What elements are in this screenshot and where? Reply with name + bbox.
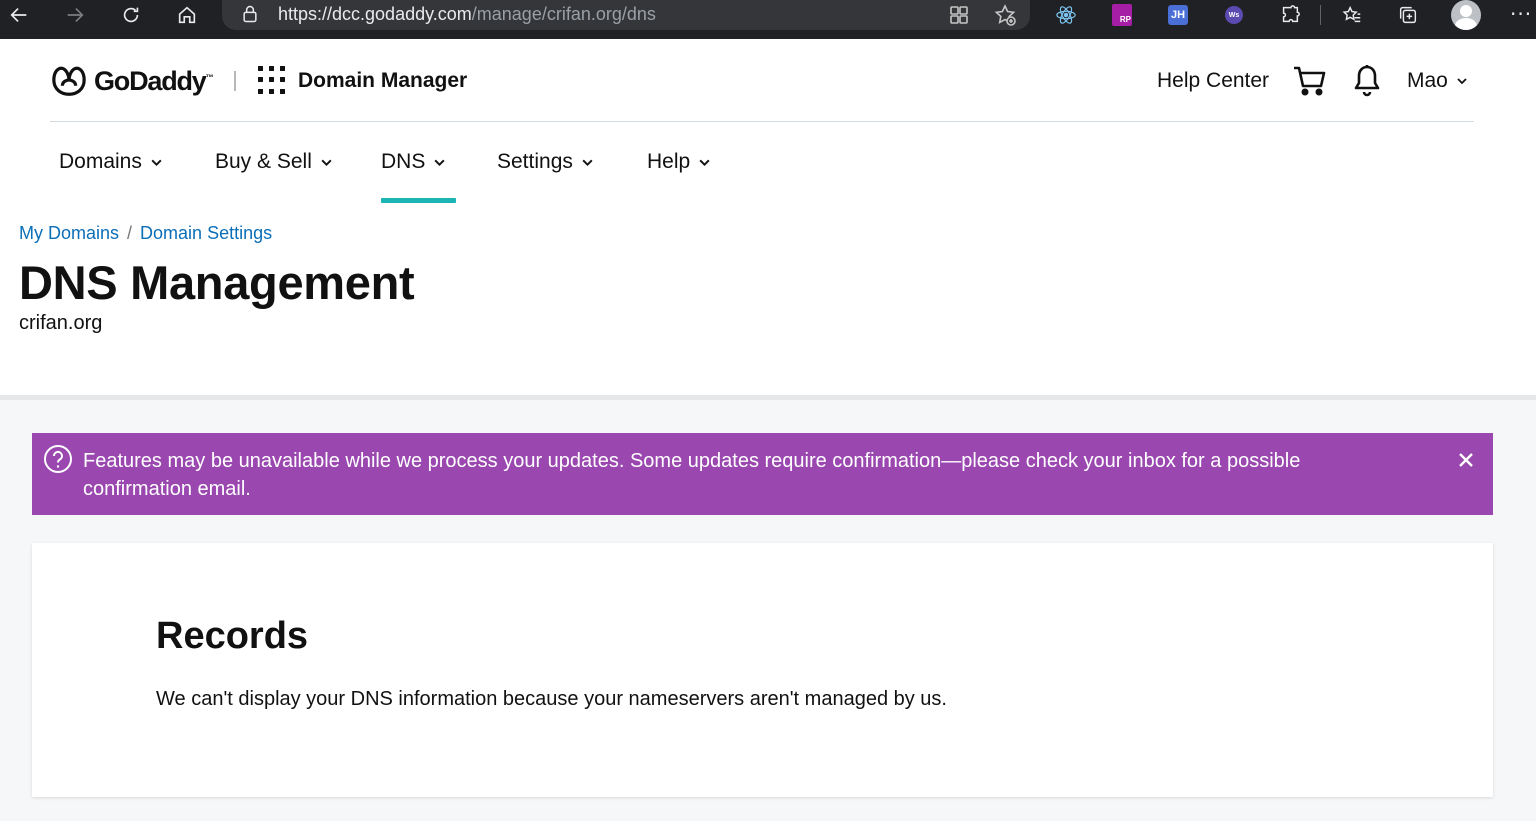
app-name[interactable]: Domain Manager (298, 69, 467, 93)
question-circle-icon (44, 445, 72, 473)
favorites-icon[interactable] (1339, 2, 1365, 28)
nav-dns[interactable]: DNS (381, 150, 446, 174)
breadcrumb-domain-settings[interactable]: Domain Settings (140, 223, 272, 244)
records-card: Records We can't display your DNS inform… (32, 543, 1493, 797)
browser-toolbar: https://dcc.godaddy.com/manage/crifan.or… (0, 0, 1536, 39)
main-nav: Domains Buy & Sell DNS Settings Help (0, 130, 1536, 204)
page-title: DNS Management (19, 256, 415, 309)
help-center-link[interactable]: Help Center (1157, 69, 1269, 93)
user-menu[interactable]: Mao (1407, 69, 1468, 93)
alert-message: Features may be unavailable while we pro… (83, 450, 1301, 500)
alert-banner: Features may be unavailable while we pro… (32, 433, 1493, 515)
nav-settings[interactable]: Settings (497, 150, 594, 174)
collections-icon[interactable] (1395, 2, 1421, 28)
breadcrumb-separator: / (127, 223, 133, 243)
reload-icon[interactable] (113, 0, 149, 29)
nav-label: Buy & Sell (215, 150, 312, 173)
bell-icon[interactable] (1351, 63, 1383, 97)
nav-label: Domains (59, 150, 142, 173)
close-icon[interactable] (1455, 449, 1477, 471)
header-divider (50, 121, 1474, 122)
godaddy-logo[interactable]: GoDaddy™ (50, 63, 214, 99)
nav-label: Help (647, 150, 691, 173)
divider (0, 395, 1536, 400)
header-separator (234, 71, 236, 91)
breadcrumb: My Domains / Domain Settings (19, 223, 272, 244)
forward-icon[interactable] (57, 0, 93, 29)
brand-trademark: ™ (205, 72, 214, 82)
user-name: Mao (1407, 69, 1448, 92)
rp-extension-icon[interactable]: RP (1109, 2, 1135, 28)
more-icon[interactable]: ··· (1510, 2, 1532, 26)
domain-name: crifan.org (19, 312, 103, 334)
cart-icon[interactable] (1292, 63, 1328, 97)
chevron-down-icon (1457, 78, 1467, 85)
chevron-down-icon (321, 159, 332, 166)
chevron-down-icon (151, 159, 162, 166)
records-message: We can't display your DNS information be… (156, 688, 947, 710)
add-favorite-icon[interactable] (993, 3, 1017, 27)
nav-help[interactable]: Help (647, 150, 711, 174)
chevron-down-icon (582, 159, 593, 166)
records-title: Records (156, 615, 309, 657)
breadcrumb-my-domains[interactable]: My Domains (19, 223, 119, 244)
godaddy-logo-mark-icon (52, 66, 86, 96)
url-path: /manage/crifan.org/dns (471, 4, 656, 24)
app-launcher-icon[interactable] (258, 66, 286, 94)
home-icon[interactable] (169, 0, 205, 29)
brand-text: GoDaddy (94, 65, 207, 96)
nav-label: DNS (381, 150, 426, 173)
ws-extension-icon[interactable]: Ws (1221, 2, 1247, 28)
address-bar[interactable]: https://dcc.godaddy.com/manage/crifan.or… (222, 0, 1030, 30)
back-icon[interactable] (1, 0, 37, 29)
react-devtools-icon[interactable] (1053, 2, 1079, 28)
extensions-icon[interactable] (1277, 2, 1303, 28)
chevron-down-icon (699, 159, 710, 166)
nav-domains[interactable]: Domains (59, 150, 163, 174)
chevron-down-icon (434, 159, 445, 166)
jh-extension-icon[interactable]: JH (1165, 2, 1191, 28)
url-text[interactable]: https://dcc.godaddy.com/manage/crifan.or… (278, 4, 656, 25)
nav-active-indicator (381, 198, 456, 203)
lock-icon[interactable] (240, 4, 260, 24)
profile-icon[interactable] (1451, 0, 1481, 30)
nav-label: Settings (497, 150, 573, 173)
nav-buy-sell[interactable]: Buy & Sell (215, 150, 333, 174)
apps-icon[interactable] (947, 3, 971, 27)
brand-name: GoDaddy™ (94, 66, 214, 97)
url-host: https://dcc.godaddy.com (278, 4, 472, 24)
